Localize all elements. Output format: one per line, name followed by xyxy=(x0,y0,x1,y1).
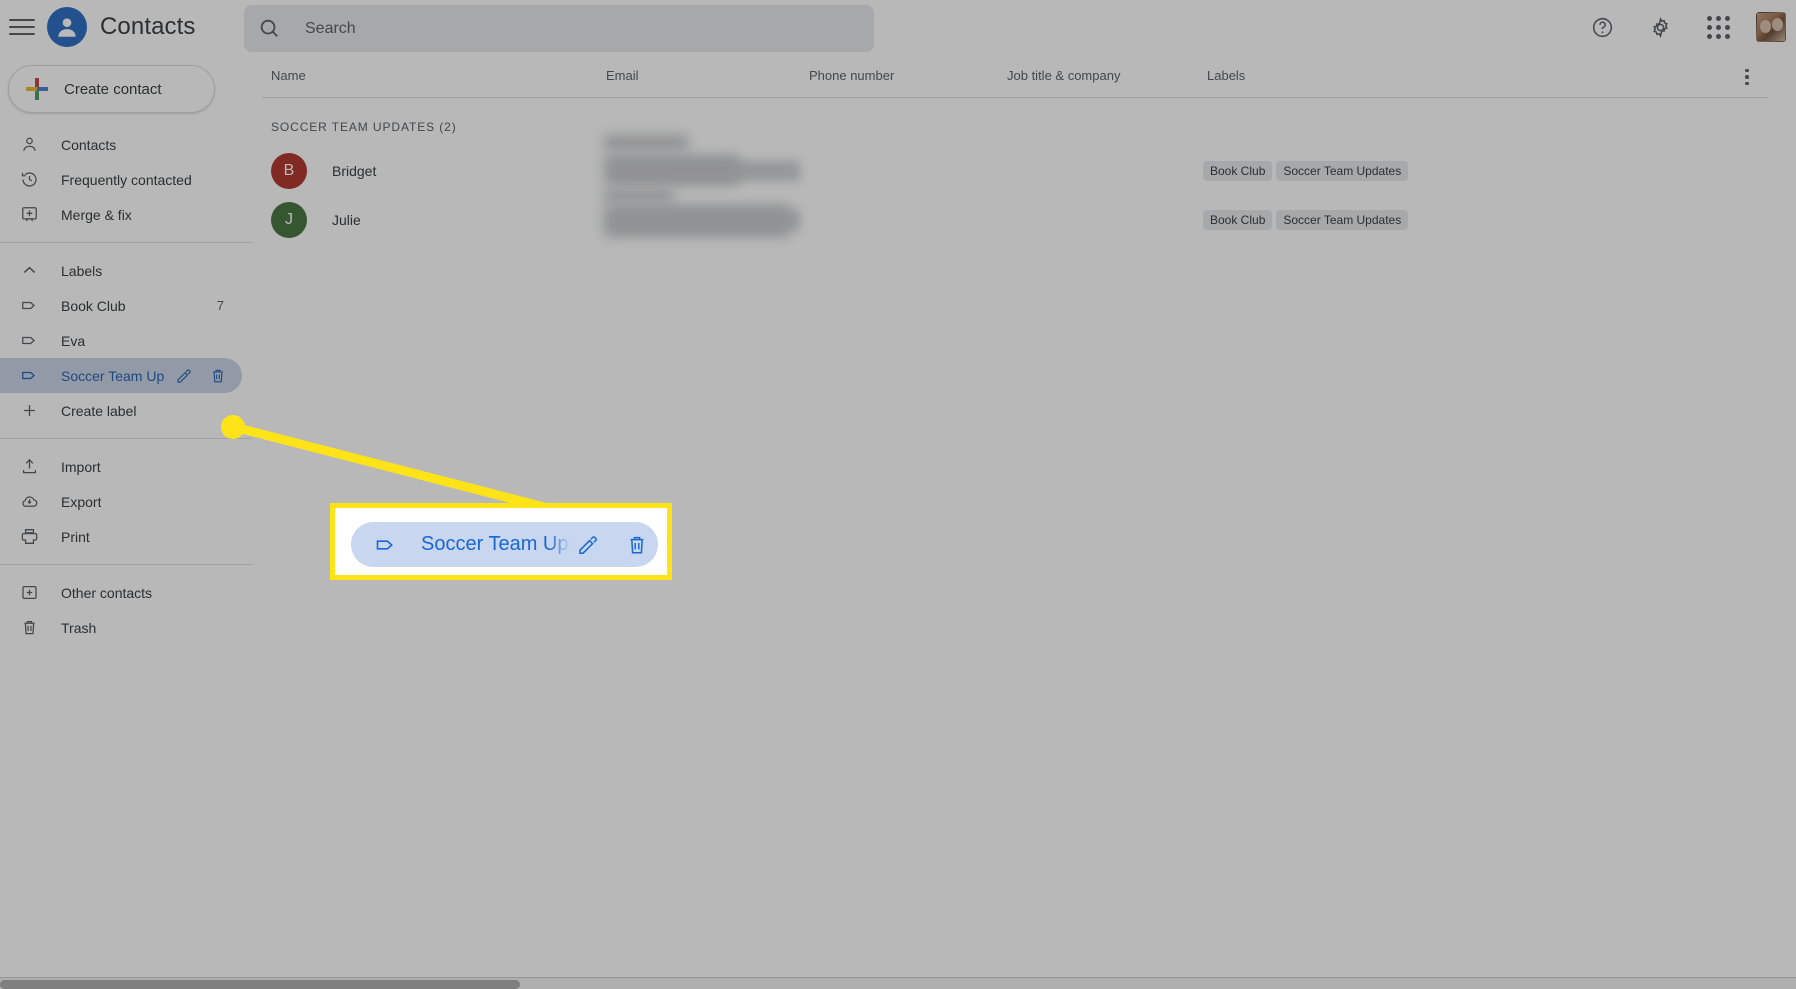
label-tag-icon xyxy=(18,295,40,317)
contact-email-redacted xyxy=(615,160,800,181)
sidebar-item-label-soccer-team-updates[interactable]: Soccer Team Updates xyxy=(0,358,242,393)
sidebar-labels-header[interactable]: Labels xyxy=(0,253,242,288)
hamburger-menu-icon[interactable] xyxy=(9,17,35,37)
printer-icon xyxy=(18,526,40,548)
account-avatar[interactable] xyxy=(1756,12,1786,42)
sidebar-label: Print xyxy=(61,528,90,545)
sidebar-item-merge-and-fix[interactable]: Merge & fix xyxy=(0,197,242,232)
help-circle-icon[interactable] xyxy=(1582,7,1622,47)
create-contact-button[interactable]: Create contact xyxy=(8,65,215,113)
column-header-labels: Labels xyxy=(1207,68,1246,83)
sidebar-label: Contacts xyxy=(61,136,117,153)
gear-icon[interactable] xyxy=(1640,7,1680,47)
sidebar-label: Frequently contacted xyxy=(61,171,192,188)
sidebar-labels-header-label: Labels xyxy=(61,262,103,279)
label-chip: Book Club xyxy=(1203,209,1273,230)
contacts-group-title: SOCCER TEAM UPDATES (2) xyxy=(271,120,457,134)
trash-delete-icon[interactable] xyxy=(624,532,650,558)
sidebar-label: Other contacts xyxy=(61,584,153,601)
contact-email-redacted xyxy=(615,209,800,230)
sidebar-item-label-book-club[interactable]: Book Club 7 xyxy=(0,288,242,323)
callout-highlight-box: Soccer Team Updates xyxy=(330,503,672,580)
merge-fix-icon xyxy=(18,204,40,226)
sidebar-label: Import xyxy=(61,458,101,475)
label-row-actions xyxy=(174,366,242,386)
plus-icon xyxy=(18,400,40,422)
sidebar-item-export[interactable]: Export xyxy=(0,484,242,519)
apps-grid-dots xyxy=(1706,15,1730,39)
sidebar-footer-group: Other contacts Trash xyxy=(0,575,252,645)
top-bar-actions xyxy=(1582,0,1786,54)
sidebar-item-trash[interactable]: Trash xyxy=(0,610,242,645)
sidebar-item-frequently-contacted[interactable]: Frequently contacted xyxy=(0,162,242,197)
label-chip: Book Club xyxy=(1203,160,1273,181)
table-row[interactable]: B Bridget Book Club Soccer Team Updates xyxy=(262,146,1768,195)
column-header-phone: Phone number xyxy=(809,68,895,83)
sidebar-label: Export xyxy=(61,493,102,510)
contacts-table-header: Name Email Phone number Job title & comp… xyxy=(262,54,1768,98)
callout-label-text: Soccer Team Updates xyxy=(421,533,571,555)
sidebar-item-create-label[interactable]: Create label xyxy=(0,393,242,428)
sidebar-primary-group: Contacts Frequently contacted Merge & fi… xyxy=(0,127,252,232)
contacts-logo-icon xyxy=(47,7,87,47)
label-count: 7 xyxy=(216,298,224,313)
sidebar-item-other-contacts[interactable]: Other contacts xyxy=(0,575,242,610)
sidebar-label: Eva xyxy=(61,332,86,349)
label-tag-icon xyxy=(374,533,398,557)
pencil-edit-icon[interactable] xyxy=(174,366,194,386)
column-header-email: Email xyxy=(606,68,639,83)
contacts-app-window: Contacts Search Create contact Contacts … xyxy=(0,0,1796,989)
chevron-up-icon xyxy=(18,260,40,282)
sidebar: Create contact Contacts Frequently conta… xyxy=(0,54,252,989)
column-header-name: Name xyxy=(271,68,306,83)
sidebar-label: Trash xyxy=(61,619,97,636)
trash-icon xyxy=(18,617,40,639)
label-chip: Soccer Team Updates xyxy=(1276,160,1409,181)
sidebar-label: Soccer Team Updates xyxy=(61,367,165,384)
contact-labels-cell: Book Club Soccer Team Updates xyxy=(1203,209,1409,230)
search-input[interactable] xyxy=(305,19,860,38)
pencil-edit-icon[interactable] xyxy=(575,532,601,558)
apps-grid-icon[interactable] xyxy=(1698,7,1738,47)
sidebar-divider-2 xyxy=(0,438,252,439)
sidebar-labels-group: Labels Book Club 7 Eva Soccer Team Up Cr… xyxy=(0,253,252,428)
search-bar[interactable] xyxy=(244,5,874,52)
sidebar-label: Book Club xyxy=(61,297,126,314)
top-app-bar: Contacts xyxy=(0,0,1796,54)
sidebar-divider xyxy=(0,242,252,243)
plus-multicolor-icon xyxy=(26,78,48,100)
avatar: J xyxy=(271,201,307,238)
other-contacts-icon xyxy=(18,582,40,604)
label-tag-icon xyxy=(18,365,40,387)
label-chip: Soccer Team Updates xyxy=(1276,209,1409,230)
sidebar-label: Create label xyxy=(61,402,137,419)
history-clock-icon xyxy=(18,169,40,191)
contact-name: Julie xyxy=(332,211,361,228)
export-cloud-download-icon xyxy=(18,491,40,513)
person-icon xyxy=(18,134,40,156)
label-tag-icon xyxy=(18,330,40,352)
column-header-job: Job title & company xyxy=(1007,68,1121,83)
app-title: Contacts xyxy=(100,13,196,40)
sidebar-item-label-eva[interactable]: Eva xyxy=(0,323,242,358)
callout-label-row[interactable]: Soccer Team Updates xyxy=(351,522,658,567)
sidebar-item-print[interactable]: Print xyxy=(0,519,242,554)
create-contact-label: Create contact xyxy=(64,80,162,98)
sidebar-item-import[interactable]: Import xyxy=(0,449,242,484)
sidebar-tools-group: Import Export Print xyxy=(0,449,252,554)
more-vertical-icon[interactable] xyxy=(1734,64,1760,90)
sidebar-label: Merge & fix xyxy=(61,206,132,223)
contact-labels-cell: Book Club Soccer Team Updates xyxy=(1203,160,1409,181)
search-icon xyxy=(258,17,282,41)
scrollbar-thumb[interactable] xyxy=(0,980,520,989)
table-row[interactable]: J Julie Book Club Soccer Team Updates xyxy=(262,195,1768,244)
import-upload-icon xyxy=(18,456,40,478)
sidebar-divider-3 xyxy=(0,564,252,565)
contact-name: Bridget xyxy=(332,162,377,179)
trash-delete-icon[interactable] xyxy=(208,366,228,386)
avatar: B xyxy=(271,152,307,189)
sidebar-item-contacts[interactable]: Contacts xyxy=(0,127,242,162)
horizontal-scrollbar[interactable] xyxy=(0,977,1796,989)
